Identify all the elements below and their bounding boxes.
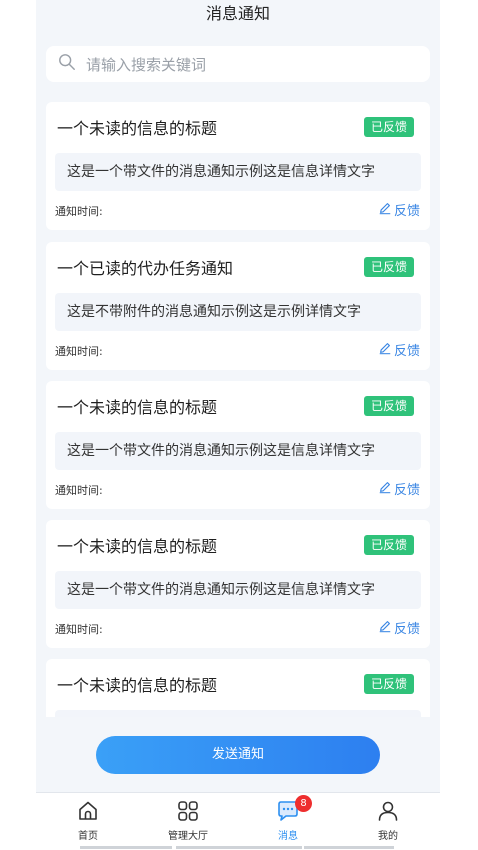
home-indicator (176, 846, 302, 849)
pencil-icon (378, 480, 394, 498)
tab-label: 消息 (278, 831, 298, 842)
tab-label: 我的 (378, 831, 398, 842)
tab-label: 管理大厅 (168, 831, 208, 842)
notification-body (55, 710, 421, 717)
status-badge: 已反馈 (363, 396, 414, 416)
feedback-button[interactable]: 反馈 (378, 340, 420, 359)
search-bar[interactable]: 请输入搜索关键词 (46, 46, 430, 82)
notification-title: 一个已读的代办任务通知 (57, 259, 234, 278)
app-screen: 消息通知 请输入搜索关键词 一个未读的信息的标题 已反馈 这是一个带文件的消息通… (36, 0, 440, 850)
notification-body: 这是一个带文件的消息通知示例这是信息详情文字 (55, 153, 421, 191)
notification-title: 一个未读的信息的标题 (57, 119, 218, 138)
tab-label: 首页 (78, 831, 98, 842)
tab-profile[interactable]: 我的 (343, 799, 433, 847)
status-badge: 已反馈 (363, 674, 414, 694)
bottom-tab-bar: 首页 管理大厅 8 消息 我的 (36, 792, 440, 850)
notification-time-label: 通知时间: (55, 484, 103, 497)
notification-time-label: 通知时间: (55, 345, 103, 358)
notification-title: 一个未读的信息的标题 (57, 676, 218, 695)
feedback-button[interactable]: 反馈 (378, 200, 420, 219)
tab-management-hall[interactable]: 管理大厅 (143, 799, 233, 847)
grid-icon (143, 799, 233, 823)
notification-body: 这是一个带文件的消息通知示例这是信息详情文字 (55, 571, 421, 609)
notification-title: 一个未读的信息的标题 (57, 398, 218, 417)
notification-card[interactable]: 一个未读的信息的标题 已反馈 这是一个带文件的消息通知示例这是信息详情文字 通知… (46, 520, 430, 648)
pencil-icon (378, 619, 394, 637)
search-icon (58, 53, 76, 75)
feedback-button[interactable]: 反馈 (378, 479, 420, 498)
notification-list: 一个未读的信息的标题 已反馈 这是一个带文件的消息通知示例这是信息详情文字 通知… (46, 102, 430, 717)
notification-body: 这是不带附件的消息通知示例这是示例详情文字 (55, 293, 421, 331)
status-badge: 已反馈 (363, 117, 414, 137)
feedback-label: 反馈 (393, 204, 420, 219)
feedback-label: 反馈 (393, 483, 420, 498)
status-badge: 已反馈 (363, 535, 414, 555)
status-badge: 已反馈 (363, 257, 414, 277)
notification-time-label: 通知时间: (55, 623, 103, 636)
tab-messages[interactable]: 8 消息 (243, 795, 333, 847)
notification-body: 这是一个带文件的消息通知示例这是信息详情文字 (55, 432, 421, 470)
home-icon (43, 799, 133, 823)
notification-card[interactable]: 一个未读的信息的标题 已反馈 这是一个带文件的消息通知示例这是信息详情文字 通知… (46, 102, 430, 230)
send-notification-button[interactable]: 发送通知 (96, 736, 380, 774)
notification-card[interactable]: 一个未读的信息的标题 已反馈 (46, 659, 430, 717)
feedback-button[interactable]: 反馈 (378, 618, 420, 637)
feedback-label: 反馈 (393, 622, 420, 637)
tab-home[interactable]: 首页 (43, 799, 133, 847)
notification-time-label: 通知时间: (55, 205, 103, 218)
page-title: 消息通知 (205, 4, 270, 23)
notification-card[interactable]: 一个已读的代办任务通知 已反馈 这是不带附件的消息通知示例这是示例详情文字 通知… (46, 242, 430, 370)
unread-count-badge: 8 (295, 795, 312, 812)
notification-title: 一个未读的信息的标题 (57, 537, 218, 556)
pencil-icon (378, 201, 394, 219)
search-input[interactable]: 请输入搜索关键词 (86, 54, 206, 75)
pencil-icon (378, 341, 394, 359)
home-indicator (80, 846, 172, 849)
user-icon (343, 799, 433, 823)
notification-card[interactable]: 一个未读的信息的标题 已反馈 这是一个带文件的消息通知示例这是信息详情文字 通知… (46, 381, 430, 509)
feedback-label: 反馈 (393, 344, 420, 359)
message-icon (243, 799, 333, 823)
home-indicator (304, 846, 394, 849)
